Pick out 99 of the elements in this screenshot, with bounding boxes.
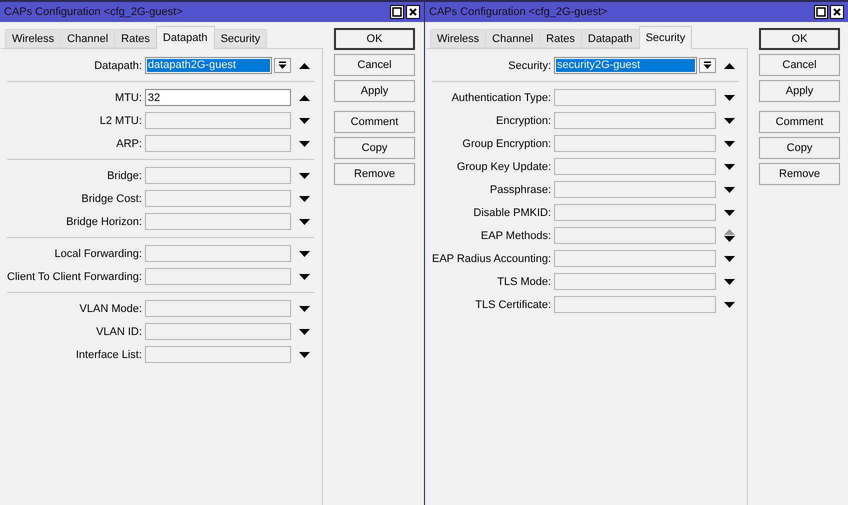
input-field[interactable]	[144, 167, 291, 184]
select-field[interactable]: datapath2G-guest	[144, 57, 272, 74]
window-title: CAPs Configuration <cfg_2G-guest>	[4, 6, 183, 18]
input-field[interactable]	[554, 227, 716, 244]
up-down-arrow-icon[interactable]	[724, 229, 734, 242]
field-label: Interface List:	[74, 348, 142, 360]
dialog-button[interactable]: Comment	[334, 111, 415, 133]
field-label: Authentication Type:	[450, 92, 552, 104]
field-label: L2 MTU:	[98, 114, 142, 126]
dropdown-arrow-icon[interactable]	[298, 140, 310, 146]
close-button[interactable]	[406, 5, 420, 19]
field-label: Passphrase:	[488, 184, 552, 196]
dialog-button[interactable]: Apply	[334, 80, 415, 102]
dropdown-arrow-icon[interactable]	[298, 172, 310, 178]
tab[interactable]: Datapath	[580, 29, 640, 48]
input-field[interactable]	[144, 323, 291, 340]
dialog-button[interactable]: Apply	[759, 80, 840, 102]
field-label: Disable PMKID:	[472, 206, 552, 218]
field-label: ARP:	[115, 138, 142, 150]
field-label: Encryption:	[495, 114, 552, 126]
close-button[interactable]	[830, 5, 844, 19]
tab[interactable]: Datapath	[156, 26, 215, 49]
dialog-button[interactable]: Copy	[759, 137, 840, 159]
dropdown-arrow-icon[interactable]	[724, 210, 734, 216]
tab[interactable]: Rates	[114, 29, 157, 48]
dialog-button[interactable]: OK	[759, 28, 840, 50]
tab[interactable]: Channel	[60, 29, 116, 48]
dropdown-button[interactable]	[274, 58, 291, 73]
dropdown-arrow-icon[interactable]	[724, 94, 734, 100]
tab[interactable]: Rates	[539, 29, 582, 48]
field-label: VLAN ID:	[95, 326, 142, 338]
dropdown-arrow-icon[interactable]	[298, 218, 310, 224]
field-label: TLS Certificate:	[474, 298, 552, 310]
input-field[interactable]	[144, 112, 291, 129]
tab[interactable]: Security	[638, 26, 692, 49]
select-field[interactable]: security2G-guest	[554, 57, 697, 74]
input-field[interactable]	[144, 190, 291, 207]
collapse-arrow-icon[interactable]	[298, 62, 310, 68]
tab[interactable]: Wireless	[5, 29, 62, 48]
input-field[interactable]	[144, 346, 291, 363]
input-field[interactable]	[554, 158, 716, 175]
dropdown-arrow-icon[interactable]	[298, 306, 310, 312]
field-label: Group Key Update:	[456, 160, 552, 172]
field-label: EAP Radius Accounting:	[432, 252, 552, 264]
dialog-button[interactable]: OK	[334, 28, 415, 50]
maximize-button[interactable]	[390, 5, 404, 19]
dropdown-arrow-icon[interactable]	[724, 140, 734, 146]
input-field[interactable]	[554, 273, 716, 290]
dropdown-arrow-icon[interactable]	[298, 118, 310, 124]
field-label: Security:	[507, 60, 552, 72]
dropdown-arrow-icon[interactable]	[298, 352, 310, 358]
field-label: Local Forwarding:	[53, 248, 142, 260]
dialog-button[interactable]: Copy	[334, 137, 415, 159]
field-label: MTU:	[114, 92, 142, 104]
dialog-button[interactable]: Remove	[334, 163, 415, 185]
input-field[interactable]	[144, 268, 291, 285]
input-field[interactable]	[144, 135, 291, 152]
input-field[interactable]	[554, 204, 716, 221]
dropdown-button[interactable]	[699, 58, 716, 73]
dropdown-arrow-icon[interactable]	[298, 274, 310, 280]
input-field[interactable]: 32	[144, 89, 291, 106]
field-label: Bridge:	[106, 170, 142, 182]
collapse-arrow-icon[interactable]	[724, 62, 734, 68]
dropdown-arrow-icon[interactable]	[724, 118, 734, 124]
field-label: Bridge Cost:	[80, 192, 142, 204]
input-field[interactable]	[144, 213, 291, 230]
input-field[interactable]	[144, 300, 291, 317]
input-field[interactable]	[554, 89, 716, 106]
dropdown-arrow-icon[interactable]	[724, 302, 734, 308]
input-field[interactable]	[554, 112, 716, 129]
dialog-button[interactable]: Cancel	[759, 54, 840, 76]
tab[interactable]: Wireless	[430, 29, 486, 48]
tab[interactable]: Channel	[485, 29, 540, 48]
field-label: Datapath:	[93, 60, 142, 72]
input-field[interactable]	[554, 250, 716, 267]
field-label: EAP Methods:	[480, 230, 552, 242]
input-field[interactable]	[554, 296, 716, 313]
dropdown-arrow-icon[interactable]	[724, 278, 734, 284]
dropdown-arrow-icon[interactable]	[724, 164, 734, 170]
dropdown-arrow-icon[interactable]	[724, 186, 734, 192]
input-field[interactable]	[554, 135, 716, 152]
collapse-arrow-icon[interactable]	[298, 94, 310, 100]
field-label: Bridge Horizon:	[65, 216, 142, 228]
input-field[interactable]	[554, 181, 716, 198]
dialog-button[interactable]: Comment	[759, 111, 840, 133]
dropdown-arrow-icon[interactable]	[298, 196, 310, 202]
input-field[interactable]	[144, 245, 291, 262]
dialog-button[interactable]: Remove	[759, 163, 840, 185]
field-label: TLS Mode:	[496, 276, 552, 288]
dropdown-arrow-icon[interactable]	[298, 250, 310, 256]
dialog-button[interactable]: Cancel	[334, 54, 415, 76]
window-title: CAPs Configuration <cfg_2G-guest>	[429, 6, 608, 18]
dropdown-arrow-icon[interactable]	[724, 256, 734, 262]
field-label: Group Encryption:	[461, 138, 552, 150]
field-label: Client To Client Forwarding:	[7, 270, 142, 282]
maximize-button[interactable]	[814, 5, 828, 19]
field-label: VLAN Mode:	[78, 302, 142, 314]
dropdown-arrow-icon[interactable]	[298, 328, 310, 334]
tab[interactable]: Security	[214, 29, 268, 48]
